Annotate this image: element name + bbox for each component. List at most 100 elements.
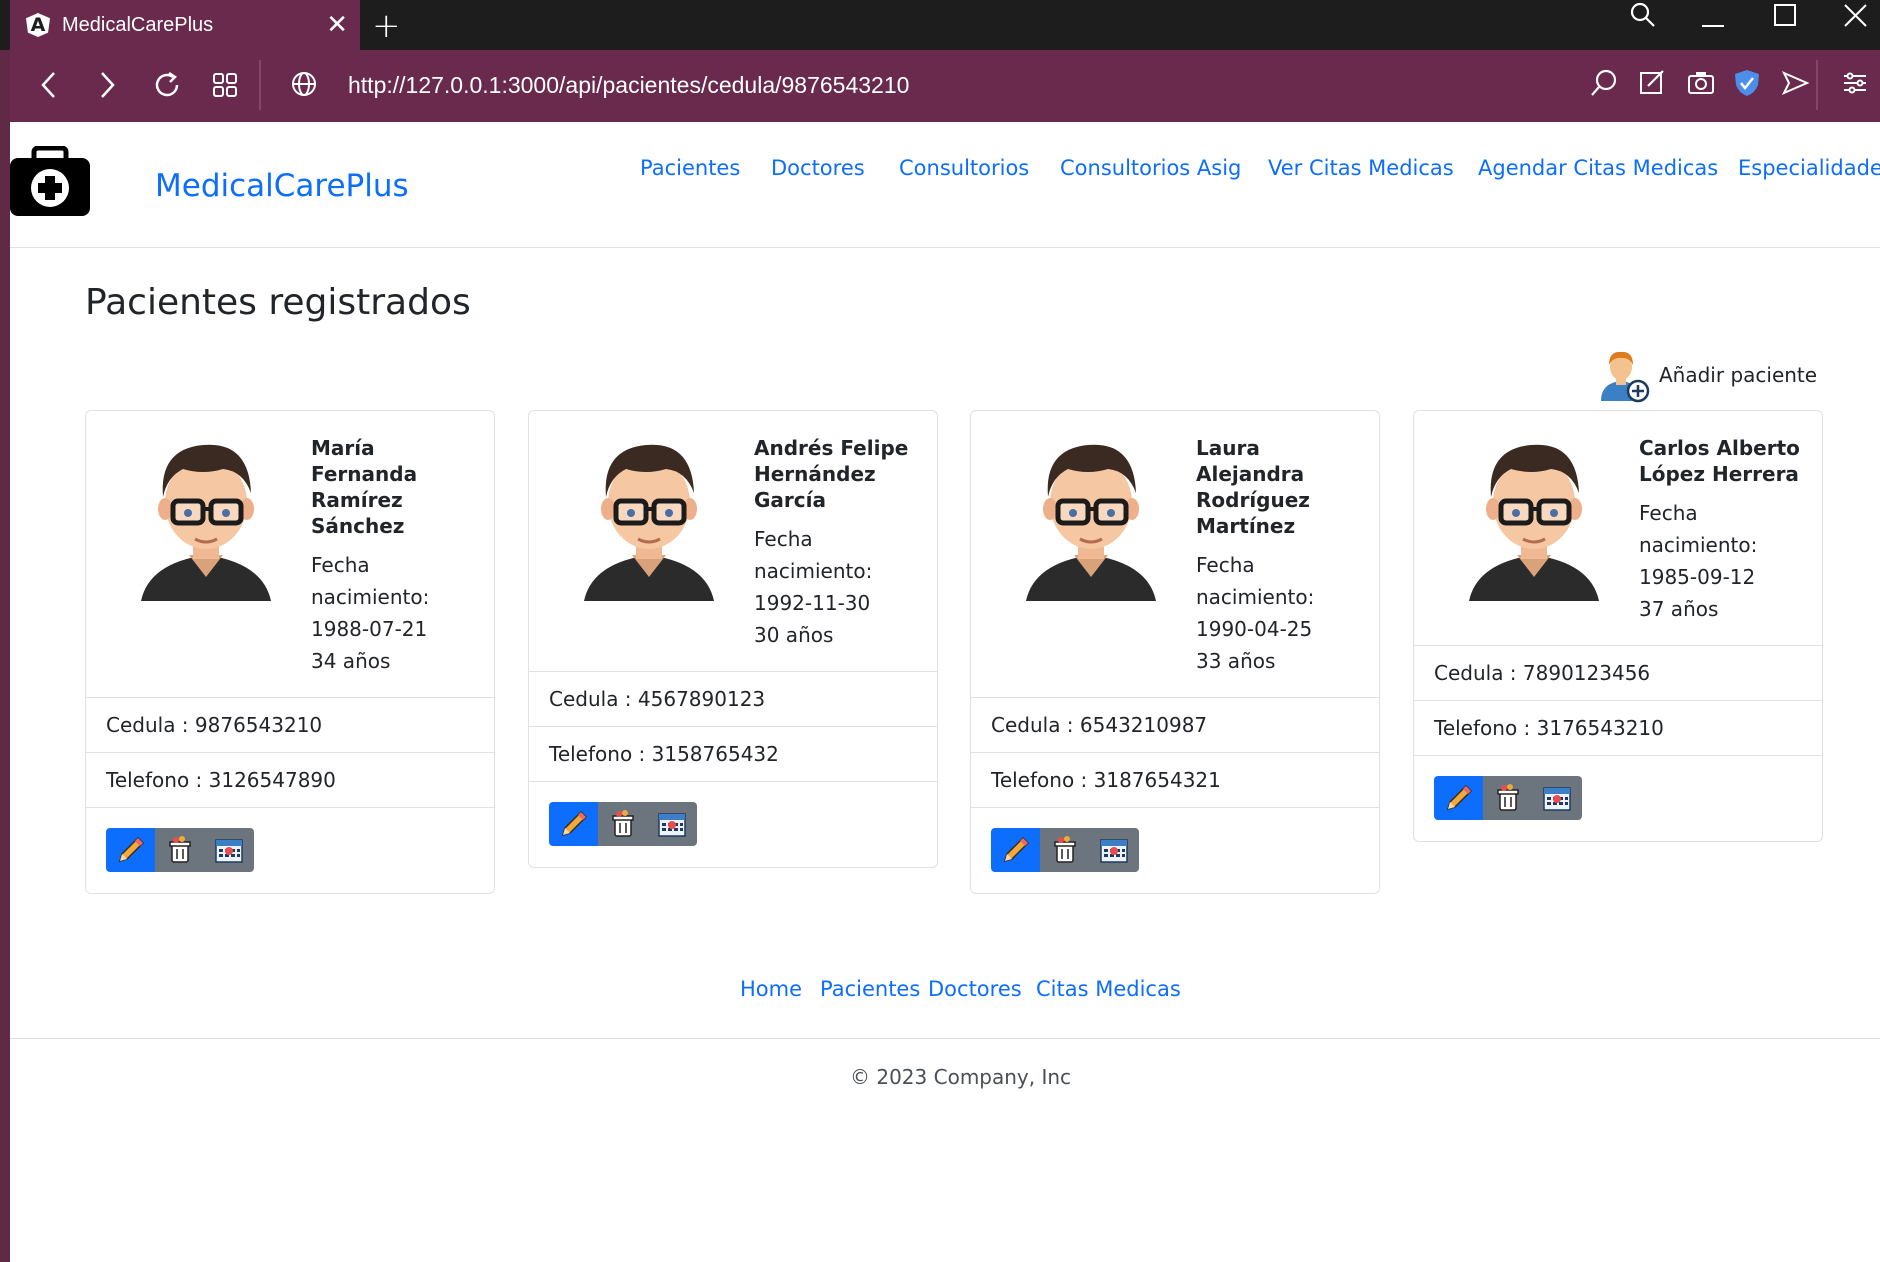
forward-icon[interactable] bbox=[96, 70, 120, 100]
tab-strip: A MedicalCarePlus ✕ + bbox=[0, 0, 1880, 50]
schedule-button[interactable] bbox=[647, 802, 697, 846]
patient-age: 33 años bbox=[1196, 649, 1276, 673]
footer-link-home[interactable]: Home bbox=[740, 977, 802, 1001]
speed-dial-icon[interactable] bbox=[212, 72, 238, 98]
web-page: MedicalCarePlus Pacientes Doctores Consu… bbox=[10, 122, 1880, 1262]
birth-label: Fecha nacimiento: bbox=[1196, 553, 1315, 609]
avatar bbox=[141, 444, 271, 601]
copyright-text: © 2023 Company, Inc bbox=[850, 1065, 1072, 1089]
action-button-group bbox=[549, 802, 697, 846]
close-window-icon[interactable] bbox=[1842, 2, 1870, 30]
nav-agendar-citas-medicas[interactable]: Agendar Citas Medicas bbox=[1478, 156, 1718, 180]
action-button-group bbox=[991, 828, 1139, 872]
menu-icon[interactable] bbox=[1840, 68, 1870, 98]
maximize-icon[interactable] bbox=[1772, 2, 1800, 30]
trash-icon bbox=[1497, 784, 1519, 811]
patient-age: 37 años bbox=[1639, 597, 1719, 621]
pencil-icon bbox=[561, 810, 587, 837]
trash-icon bbox=[612, 810, 634, 837]
nav-doctores[interactable]: Doctores bbox=[771, 156, 865, 180]
medical-kit-logo-icon[interactable] bbox=[10, 146, 90, 216]
back-icon[interactable] bbox=[38, 70, 62, 100]
close-tab-icon[interactable]: ✕ bbox=[326, 10, 348, 40]
card-actions bbox=[529, 781, 937, 867]
reload-icon[interactable] bbox=[153, 70, 183, 100]
birth-label: Fecha nacimiento: bbox=[1639, 501, 1758, 557]
footer-link-citas-medicas[interactable]: Citas Medicas bbox=[1036, 977, 1181, 1001]
birth-label: Fecha nacimiento: bbox=[754, 527, 873, 583]
patient-age: 30 años bbox=[754, 623, 834, 647]
send-icon[interactable] bbox=[1780, 68, 1810, 98]
footer-divider bbox=[10, 1038, 1880, 1039]
edit-button[interactable] bbox=[106, 828, 156, 872]
minimize-icon[interactable] bbox=[1700, 10, 1728, 30]
page-title: Pacientes registrados bbox=[85, 282, 471, 323]
action-button-group bbox=[106, 828, 254, 872]
delete-button[interactable] bbox=[598, 802, 648, 846]
site-info-globe-icon[interactable] bbox=[290, 70, 318, 98]
edit-button[interactable] bbox=[1434, 776, 1484, 820]
footer-link-doctores[interactable]: Doctores bbox=[928, 977, 1022, 1001]
add-patient-label: Añadir paciente bbox=[1659, 363, 1818, 387]
schedule-button[interactable] bbox=[1532, 776, 1582, 820]
edit-button[interactable] bbox=[549, 802, 599, 846]
capture-edit-icon[interactable] bbox=[1638, 68, 1668, 98]
avatar bbox=[584, 444, 714, 601]
schedule-button[interactable] bbox=[1089, 828, 1139, 872]
add-user-icon bbox=[1601, 351, 1650, 403]
nav-pacientes[interactable]: Pacientes bbox=[640, 156, 740, 180]
birth-date: 1990-04-25 bbox=[1196, 617, 1313, 641]
footer-link-pacientes[interactable]: Pacientes bbox=[820, 977, 920, 1001]
patient-telefono: Telefono : 3176543210 bbox=[1414, 700, 1822, 755]
calendar-icon bbox=[1100, 839, 1129, 863]
trash-icon bbox=[169, 836, 191, 863]
patient-telefono: Telefono : 3158765432 bbox=[529, 726, 937, 781]
delete-button[interactable] bbox=[1483, 776, 1533, 820]
pencil-icon bbox=[1446, 784, 1472, 811]
patient-card: Andrés Felipe Hernández García Fecha nac… bbox=[528, 410, 938, 868]
delete-button[interactable] bbox=[1040, 828, 1090, 872]
search-tabs-icon[interactable] bbox=[1628, 0, 1658, 30]
patient-name: Andrés Felipe Hernández García bbox=[754, 436, 909, 512]
patient-name: Carlos Alberto López Herrera bbox=[1639, 436, 1800, 486]
patient-age: 34 años bbox=[311, 649, 391, 673]
patient-name: Laura Alejandra Rodríguez Martínez bbox=[1196, 436, 1310, 538]
pencil-icon bbox=[118, 836, 144, 863]
patient-cedula: Cedula : 6543210987 bbox=[971, 697, 1379, 752]
calendar-icon bbox=[1543, 787, 1572, 811]
birth-label: Fecha nacimiento: bbox=[311, 553, 430, 609]
delete-button[interactable] bbox=[155, 828, 205, 872]
patient-name: María Fernanda Ramírez Sánchez bbox=[311, 436, 418, 538]
browser-tab[interactable]: A MedicalCarePlus ✕ bbox=[10, 0, 360, 50]
new-tab-icon[interactable]: + bbox=[372, 6, 401, 46]
nav-consultorios-asig[interactable]: Consultorios Asig bbox=[1060, 156, 1241, 180]
card-actions bbox=[86, 807, 494, 893]
calendar-icon bbox=[658, 813, 687, 837]
shield-icon[interactable] bbox=[1732, 68, 1762, 98]
birth-date: 1992-11-30 bbox=[754, 591, 871, 615]
patient-telefono: Telefono : 3126547890 bbox=[86, 752, 494, 807]
pencil-icon bbox=[1003, 836, 1029, 863]
patient-card: Laura Alejandra Rodríguez Martínez Fecha… bbox=[970, 410, 1380, 894]
window-left-border bbox=[0, 0, 10, 1262]
camera-icon[interactable] bbox=[1686, 68, 1716, 98]
nav-ver-citas-medicas[interactable]: Ver Citas Medicas bbox=[1268, 156, 1454, 180]
card-actions bbox=[1414, 755, 1822, 841]
patient-cedula: Cedula : 7890123456 bbox=[1414, 645, 1822, 700]
trash-icon bbox=[1054, 836, 1076, 863]
edit-button[interactable] bbox=[991, 828, 1041, 872]
address-bar: http://127.0.0.1:3000/api/pacientes/cedu… bbox=[10, 50, 1880, 122]
patient-card: Carlos Alberto López Herrera Fecha nacim… bbox=[1413, 410, 1823, 842]
schedule-button[interactable] bbox=[204, 828, 254, 872]
angular-logo-icon: A bbox=[26, 13, 50, 37]
patient-card: María Fernanda Ramírez Sánchez Fecha nac… bbox=[85, 410, 495, 894]
nav-consultorios[interactable]: Consultorios bbox=[899, 156, 1029, 180]
nav-especialidades[interactable]: Especialidades bbox=[1738, 156, 1880, 180]
url-input[interactable]: http://127.0.0.1:3000/api/pacientes/cedu… bbox=[348, 72, 909, 99]
brand-link[interactable]: MedicalCarePlus bbox=[155, 168, 409, 204]
zoom-search-icon[interactable] bbox=[1590, 68, 1620, 98]
tab-title: MedicalCarePlus bbox=[62, 13, 214, 36]
birth-date: 1985-09-12 bbox=[1639, 565, 1756, 589]
birth-date: 1988-07-21 bbox=[311, 617, 428, 641]
add-patient-button[interactable]: Añadir paciente bbox=[1595, 347, 1817, 403]
